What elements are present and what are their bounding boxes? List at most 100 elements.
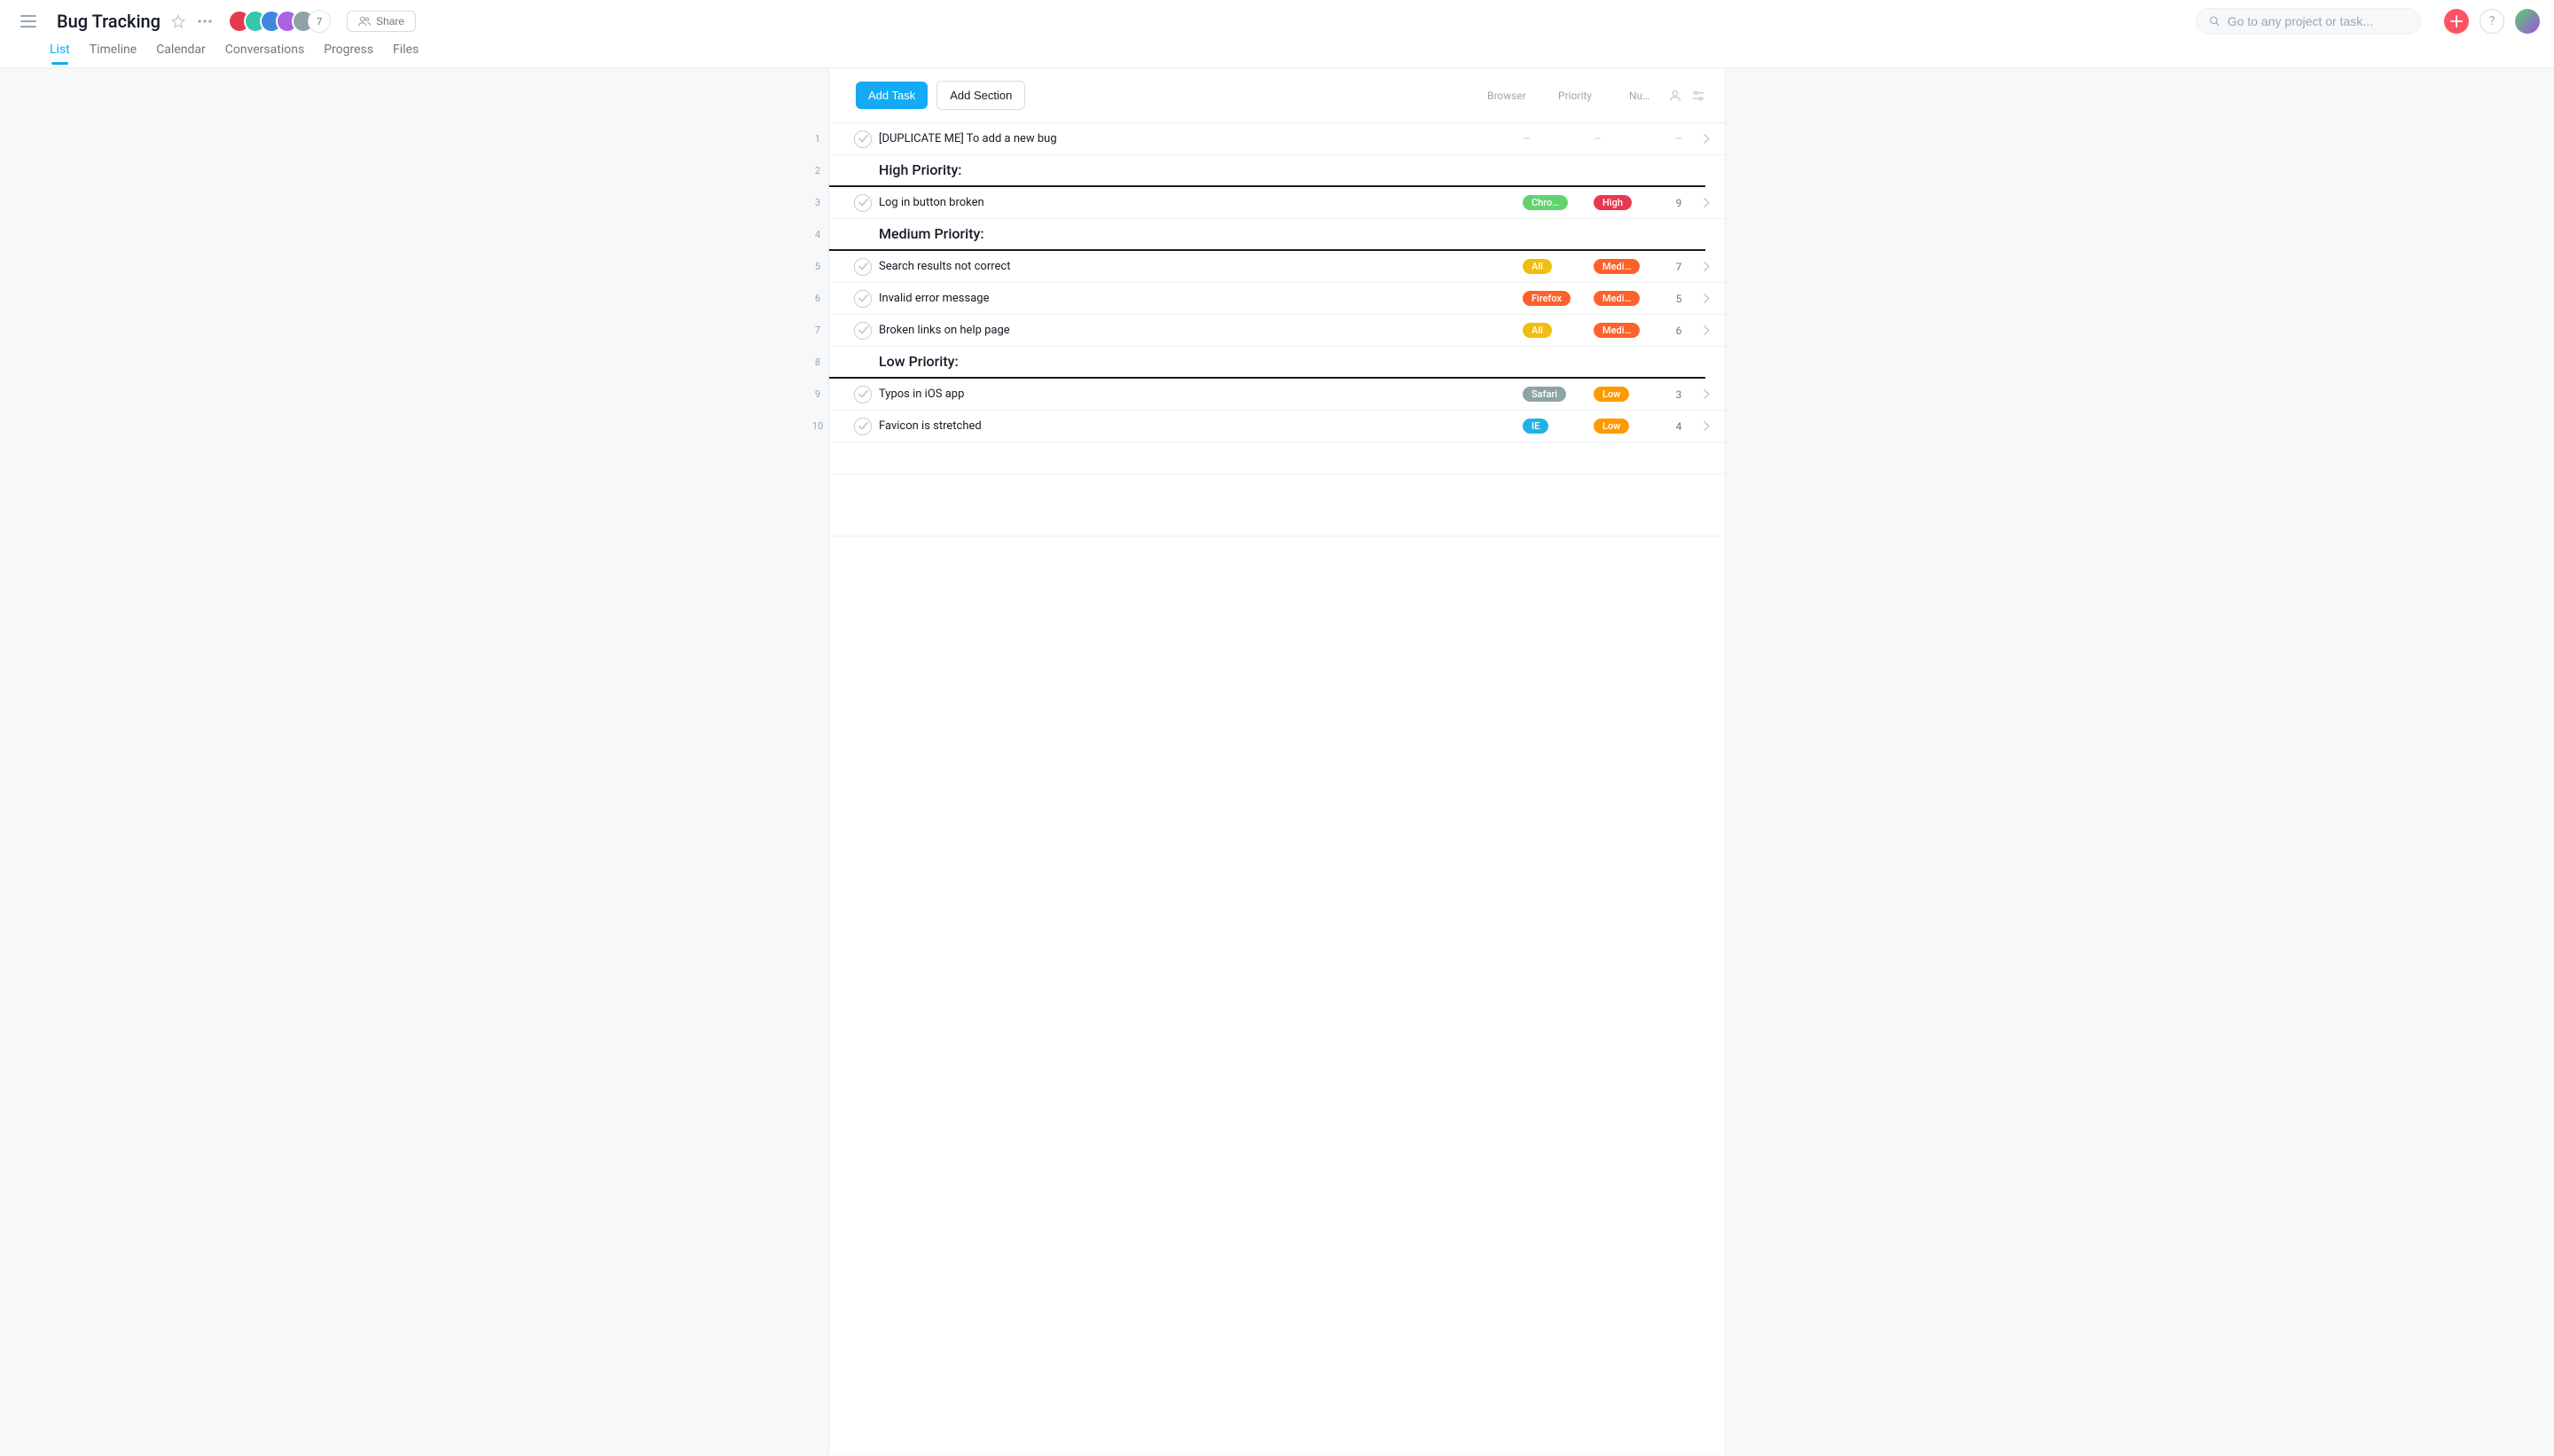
- open-task-details[interactable]: [1698, 134, 1714, 144]
- search-input[interactable]: [2228, 14, 2408, 28]
- task-row[interactable]: Broken links on help pageAllMedi…6: [829, 315, 1725, 347]
- priority-pill: Medi…: [1594, 323, 1640, 338]
- cell-browser[interactable]: Safari: [1517, 387, 1588, 402]
- section-header[interactable]: Low Priority:: [829, 347, 1705, 379]
- cell-number[interactable]: 6: [1659, 325, 1698, 337]
- avatar-overflow-count[interactable]: 7: [308, 10, 331, 33]
- number-value: 9: [1676, 197, 1682, 209]
- complete-toggle[interactable]: [854, 418, 872, 435]
- star-icon: [171, 14, 185, 28]
- task-row[interactable]: Favicon is stretchedIELow4: [829, 411, 1725, 442]
- global-search[interactable]: [2196, 8, 2421, 35]
- column-header-browser[interactable]: Browser: [1482, 90, 1553, 102]
- profile-avatar-button[interactable]: [2515, 9, 2540, 34]
- row-number-column: 12345678910: [806, 123, 829, 536]
- browser-pill: Safari: [1523, 387, 1566, 402]
- number-value: 3: [1676, 388, 1682, 401]
- row-number: 3: [806, 187, 829, 219]
- column-header-number[interactable]: Num…: [1624, 90, 1663, 102]
- people-icon: [358, 16, 371, 27]
- open-task-details[interactable]: [1698, 421, 1714, 431]
- favorite-button[interactable]: [169, 12, 187, 30]
- section-title: High Priority:: [879, 161, 962, 182]
- section-header[interactable]: Medium Priority:: [829, 219, 1705, 251]
- empty-value: –: [1523, 132, 1531, 146]
- global-add-button[interactable]: [2444, 9, 2469, 34]
- priority-pill: Low: [1594, 419, 1629, 434]
- chevron-right-icon: [1704, 421, 1710, 431]
- task-row[interactable]: Invalid error messageFirefoxMedi…5: [829, 283, 1725, 315]
- member-avatars[interactable]: 7: [228, 10, 331, 33]
- number-value: 4: [1676, 420, 1682, 433]
- cell-number[interactable]: 3: [1659, 388, 1698, 401]
- complete-toggle[interactable]: [854, 258, 872, 276]
- task-row[interactable]: Log in button brokenChro…High9: [829, 187, 1725, 219]
- cell-browser[interactable]: Firefox: [1517, 291, 1588, 306]
- tab-progress[interactable]: Progress: [324, 43, 373, 64]
- cell-number[interactable]: 9: [1659, 197, 1698, 209]
- complete-toggle[interactable]: [854, 386, 872, 403]
- task-row[interactable]: Typos in iOS appSafariLow3: [829, 379, 1725, 411]
- cell-priority[interactable]: Low: [1588, 387, 1659, 402]
- cell-browser[interactable]: Chro…: [1517, 195, 1588, 210]
- task-row[interactable]: Search results not correct All Medi… 7: [829, 251, 1725, 283]
- cell-priority[interactable]: Low: [1588, 419, 1659, 434]
- cell-browser[interactable]: IE: [1517, 419, 1588, 434]
- cell-browser[interactable]: All: [1517, 259, 1588, 274]
- section-header[interactable]: High Priority:: [829, 155, 1705, 187]
- complete-toggle[interactable]: [854, 130, 872, 148]
- column-header-priority[interactable]: Priority: [1553, 90, 1624, 102]
- task-title: Search results not correct: [879, 260, 1011, 273]
- complete-toggle[interactable]: [854, 322, 872, 340]
- check-icon: [858, 135, 868, 143]
- project-tabs: List Timeline Calendar Conversations Progres…: [14, 43, 2540, 67]
- project-more-button[interactable]: [196, 12, 214, 30]
- cell-priority[interactable]: –: [1588, 132, 1659, 146]
- share-button[interactable]: Share: [347, 11, 416, 32]
- tab-conversations[interactable]: Conversations: [225, 43, 304, 64]
- priority-pill: Medi…: [1594, 259, 1640, 274]
- cell-browser[interactable]: –: [1517, 132, 1588, 146]
- tab-files[interactable]: Files: [393, 43, 419, 64]
- row-number: 1: [806, 123, 829, 155]
- project-title[interactable]: Bug Tracking: [57, 12, 161, 30]
- task-row[interactable]: [DUPLICATE ME] To add a new bug–––: [829, 123, 1725, 155]
- open-task-details[interactable]: [1698, 198, 1714, 207]
- cell-browser[interactable]: All: [1517, 323, 1588, 338]
- open-task-details[interactable]: [1698, 325, 1714, 335]
- open-task-details[interactable]: [1698, 294, 1714, 303]
- cell-priority[interactable]: High: [1588, 195, 1659, 210]
- assignee-column-button[interactable]: [1668, 89, 1682, 103]
- priority-pill: High: [1594, 195, 1632, 210]
- add-section-button[interactable]: Add Section: [936, 81, 1025, 110]
- open-task-details[interactable]: [1698, 389, 1714, 399]
- topbar: Bug Tracking 7 Share: [0, 0, 2554, 68]
- add-task-button[interactable]: Add Task: [856, 82, 928, 109]
- main-area: Add Task Add Section Browser Priority Nu…: [0, 68, 2554, 1455]
- help-button[interactable]: ?: [2480, 9, 2504, 34]
- section-title: Medium Priority:: [879, 225, 984, 246]
- tab-calendar[interactable]: Calendar: [156, 43, 206, 64]
- task-list: 12345678910 [DUPLICATE ME] To add a new …: [829, 123, 1725, 536]
- search-icon: [2209, 15, 2221, 27]
- chevron-right-icon: [1704, 325, 1710, 335]
- row-number: 4: [806, 219, 829, 251]
- complete-toggle[interactable]: [854, 194, 872, 212]
- cell-priority[interactable]: Medi…: [1588, 259, 1659, 274]
- question-icon: ?: [2489, 14, 2495, 28]
- cell-number[interactable]: –: [1659, 132, 1698, 146]
- cell-number[interactable]: 7: [1659, 261, 1698, 273]
- cell-priority[interactable]: Medi…: [1588, 323, 1659, 338]
- tab-list[interactable]: List: [50, 43, 70, 64]
- browser-pill: All: [1523, 323, 1552, 338]
- open-task-details[interactable]: [1698, 262, 1714, 271]
- cell-priority[interactable]: Medi…: [1588, 291, 1659, 306]
- cell-number[interactable]: 4: [1659, 420, 1698, 433]
- priority-pill: Medi…: [1594, 291, 1640, 306]
- hamburger-menu-button[interactable]: [14, 7, 43, 35]
- complete-toggle[interactable]: [854, 290, 872, 308]
- tab-timeline[interactable]: Timeline: [90, 43, 137, 64]
- sliders-icon: [1691, 89, 1705, 103]
- customize-columns-button[interactable]: [1691, 89, 1705, 103]
- cell-number[interactable]: 5: [1659, 293, 1698, 305]
